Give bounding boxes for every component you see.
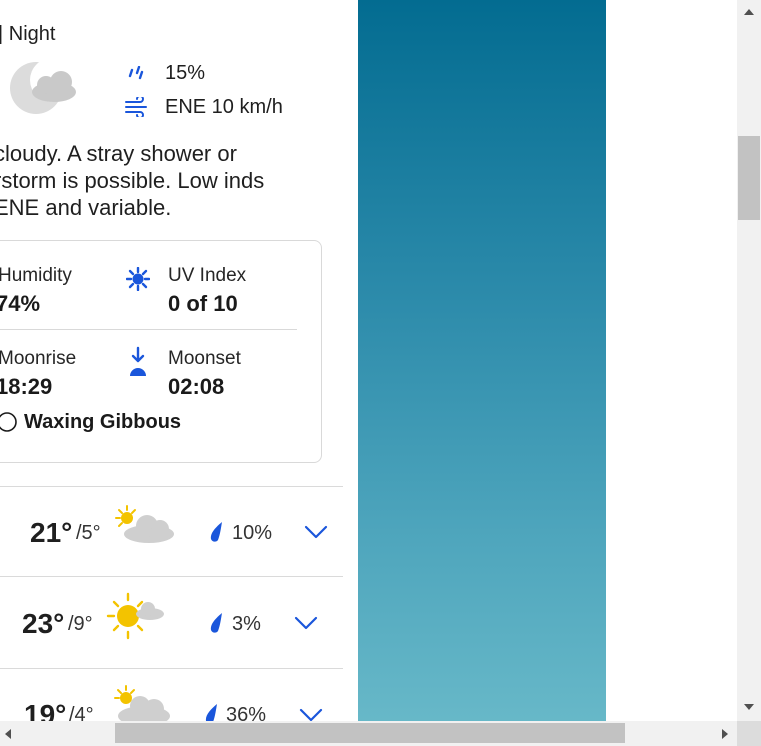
moonset-icon [130, 346, 146, 376]
moonrise-label: Moonrise [0, 348, 77, 369]
scroll-up-arrow-icon[interactable] [744, 9, 754, 15]
scroll-right-arrow-icon[interactable] [722, 729, 728, 739]
moon-phase-icon [0, 412, 17, 432]
chevron-down-icon[interactable] [294, 615, 318, 631]
low-temp: /9° [68, 613, 93, 635]
forecast-divider [0, 668, 343, 669]
night-description: cloudy. A stray shower or rstorm is poss… [0, 141, 265, 220]
chevron-down-icon[interactable] [304, 524, 328, 540]
moonset-value: 02:08 [168, 374, 225, 399]
night-wind-value: ENE 10 km/h [165, 96, 283, 118]
high-temp: 19° [24, 699, 67, 721]
low-temp: /4° [69, 704, 94, 721]
chevron-down-icon[interactable] [299, 707, 323, 721]
moonset-label: Moonset [168, 348, 241, 369]
scroll-down-arrow-icon[interactable] [744, 704, 754, 710]
night-precip-value: 15% [165, 62, 206, 84]
precip-chance: 10% [232, 522, 273, 544]
humidity-label: Humidity [0, 265, 72, 286]
humidity-value: 74% [0, 291, 41, 316]
forecast-divider [0, 486, 343, 487]
moon-cloud-icon [10, 58, 76, 114]
scrollbar-corner [737, 721, 761, 746]
scroll-left-arrow-icon[interactable] [5, 729, 11, 739]
teal-gradient-panel [358, 0, 606, 721]
card-divider [0, 329, 297, 330]
weather-detail-panel: | Night 15% ENE 10 km/h cloudy. A stray … [0, 0, 358, 721]
partly-cloudy-icon [115, 505, 174, 543]
horizontal-scroll-thumb[interactable] [115, 723, 625, 743]
mostly-sunny-icon [106, 592, 164, 640]
horizontal-scrollbar[interactable] [0, 721, 737, 746]
vertical-scrollbar[interactable] [737, 0, 761, 721]
wind-icon [125, 97, 147, 117]
raindrop-icon [210, 613, 222, 633]
high-temp: 21° [30, 517, 73, 548]
partly-cloudy-icon [114, 685, 170, 721]
precipitation-icon [128, 66, 144, 80]
forecast-divider [0, 576, 343, 577]
precip-chance: 3% [232, 613, 261, 635]
uv-index-label: UV Index [168, 265, 247, 286]
precip-chance: 36% [226, 704, 267, 721]
moonrise-value: 18:29 [0, 374, 53, 399]
uv-sun-icon [126, 267, 150, 291]
raindrop-icon [205, 704, 217, 721]
vertical-scroll-thumb[interactable] [738, 136, 760, 220]
low-temp: /5° [76, 522, 101, 544]
uv-index-value: 0 of 10 [168, 291, 238, 316]
moon-phase-text: Waxing Gibbous [24, 411, 182, 433]
raindrop-icon [210, 522, 222, 542]
high-temp: 23° [22, 608, 65, 639]
night-heading: | Night [0, 23, 56, 45]
